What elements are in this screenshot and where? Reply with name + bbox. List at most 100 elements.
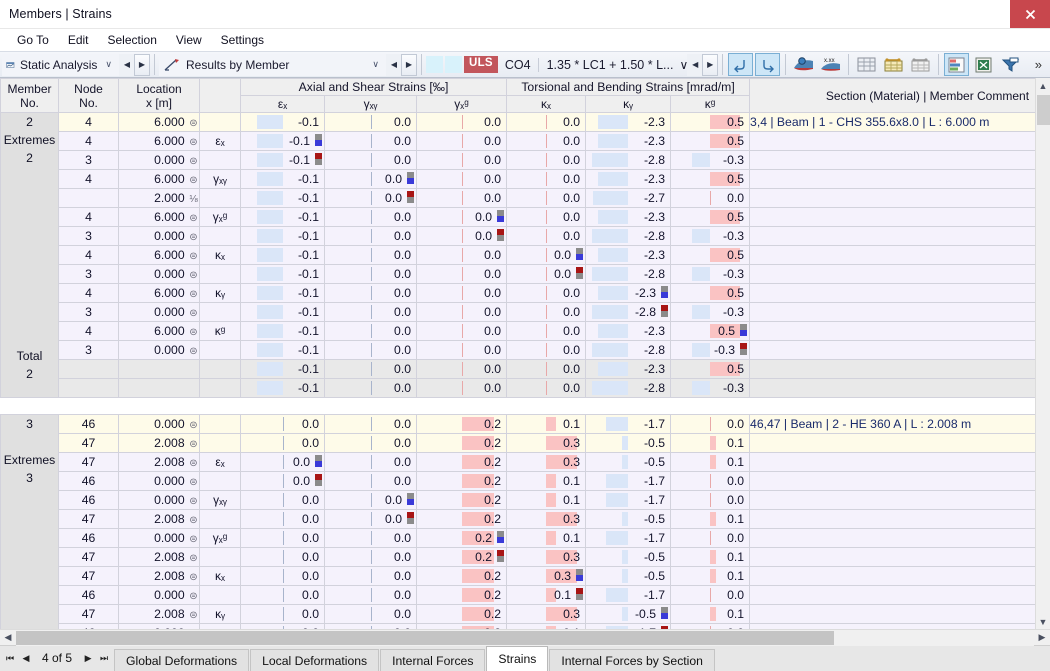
toolbar-overflow-button[interactable]: »	[1029, 57, 1048, 72]
results-prev-button[interactable]: ◀	[386, 54, 402, 76]
cell-location[interactable]: 6.000 ⊜	[119, 246, 200, 265]
col-header-kappa-z[interactable]: κᶢ	[671, 96, 750, 113]
cell-value[interactable]: -0.3	[671, 379, 750, 398]
cell-value[interactable]: -2.3	[586, 284, 671, 303]
cell-value[interactable]: 0.0	[325, 284, 417, 303]
cell-node-no[interactable]	[59, 379, 119, 398]
tab-strains[interactable]: Strains	[486, 646, 548, 671]
col-header-gamma-xz[interactable]: γₓᶢ	[417, 96, 507, 113]
first-page-button[interactable]: ⏮	[2, 647, 18, 669]
cell-location[interactable]: 2.008 ⊜	[119, 548, 200, 567]
cell-value[interactable]: -2.3	[586, 360, 671, 379]
cell-value[interactable]: 0.2	[417, 510, 507, 529]
cell-value[interactable]: 0.0	[325, 605, 417, 624]
cell-section-material[interactable]	[750, 265, 1035, 284]
next-page-button[interactable]: ▶	[80, 647, 96, 669]
cell-value[interactable]: 0.0	[241, 510, 325, 529]
cell-value[interactable]: 0.2	[417, 548, 507, 567]
col-header-location[interactable]: Location x [m]	[119, 79, 200, 113]
cell-value[interactable]: 0.0	[507, 189, 586, 208]
cell-section-material[interactable]	[750, 548, 1035, 567]
cell-value[interactable]: -0.1	[241, 113, 325, 132]
cell-value[interactable]: 0.0	[417, 208, 507, 227]
cell-section-material[interactable]	[750, 379, 1035, 398]
cell-location[interactable]: 0.000 ⊜	[119, 529, 200, 548]
cell-value[interactable]: -2.8	[586, 303, 671, 322]
cell-value[interactable]: 0.1	[507, 586, 586, 605]
cell-value[interactable]: -2.7	[586, 189, 671, 208]
table-row[interactable]: -0.10.00.00.0-2.30.5	[1, 360, 1036, 379]
menu-go-to[interactable]: Go To	[8, 31, 58, 49]
cell-section-material[interactable]	[750, 170, 1035, 189]
cell-node-no[interactable]: 46	[59, 624, 119, 630]
cell-value[interactable]: 0.2	[417, 586, 507, 605]
cell-member-no[interactable]: 3Extremes3Total3	[1, 415, 59, 630]
table-row[interactable]: 30.000 ⊜-0.10.00.00.0-2.8-0.3	[1, 341, 1036, 360]
cell-node-no[interactable]: 3	[59, 341, 119, 360]
cell-value[interactable]: -2.3	[586, 322, 671, 341]
cell-value[interactable]: 0.3	[507, 605, 586, 624]
tab-global-deformations[interactable]: Global Deformations	[114, 649, 249, 671]
cell-location[interactable]: 2.000 ⅛	[119, 189, 200, 208]
cell-node-no[interactable]: 3	[59, 151, 119, 170]
cell-value[interactable]: 0.0	[325, 472, 417, 491]
analysis-prev-button[interactable]: ◀	[119, 54, 135, 76]
cell-section-material[interactable]	[750, 303, 1035, 322]
load-case-next-button[interactable]: ▶	[702, 54, 718, 76]
cell-value[interactable]: 0.2	[417, 605, 507, 624]
cell-value[interactable]: -0.1	[241, 265, 325, 284]
cell-node-no[interactable]: 4	[59, 246, 119, 265]
results-next-button[interactable]: ▶	[401, 54, 417, 76]
cell-node-no[interactable]: 4	[59, 132, 119, 151]
cell-value[interactable]: 0.0	[241, 586, 325, 605]
menu-edit[interactable]: Edit	[59, 31, 98, 49]
cell-node-no[interactable]: 4	[59, 322, 119, 341]
table-row[interactable]: 46.000 ⊜γₓᶢ-0.10.00.00.0-2.30.5	[1, 208, 1036, 227]
tab-local-deformations[interactable]: Local Deformations	[250, 649, 379, 671]
cell-value[interactable]: -2.3	[586, 170, 671, 189]
undo-view-button[interactable]	[728, 53, 753, 76]
tab-internal-forces[interactable]: Internal Forces	[380, 649, 485, 671]
cell-section-material[interactable]	[750, 189, 1035, 208]
col-header-member-no[interactable]: Member No.	[1, 79, 59, 113]
show-result-diagram-button[interactable]	[791, 53, 816, 76]
cell-section-material[interactable]	[750, 151, 1035, 170]
cell-value[interactable]: 0.0	[417, 227, 507, 246]
cell-location[interactable]: 0.000 ⊜	[119, 472, 200, 491]
cell-value[interactable]: 0.0	[671, 415, 750, 434]
table-row[interactable]: 30.000 ⊜-0.10.00.00.0-2.8-0.3	[1, 151, 1036, 170]
cell-section-material[interactable]	[750, 208, 1035, 227]
cell-location[interactable]: 2.008 ⊜	[119, 605, 200, 624]
cell-location[interactable]: 0.000 ⊜	[119, 491, 200, 510]
cell-value[interactable]: 0.0	[417, 379, 507, 398]
cell-value[interactable]: -1.7	[586, 491, 671, 510]
cell-value[interactable]: 0.0	[507, 170, 586, 189]
cell-location[interactable]: 6.000 ⊜	[119, 170, 200, 189]
cell-node-no[interactable]: 47	[59, 605, 119, 624]
cell-value[interactable]: 0.0	[417, 170, 507, 189]
scroll-down-button[interactable]: ▼	[1036, 614, 1050, 629]
cell-value[interactable]: 0.0	[325, 208, 417, 227]
cell-node-no[interactable]: 4	[59, 170, 119, 189]
table-row[interactable]: 460.000 ⊜γₓᶢ0.00.00.20.1-1.70.0	[1, 529, 1036, 548]
redo-view-button[interactable]	[755, 53, 780, 76]
cell-node-no[interactable]: 46	[59, 586, 119, 605]
cell-value[interactable]: 0.0	[325, 491, 417, 510]
cell-value[interactable]: 0.0	[241, 548, 325, 567]
cell-section-material[interactable]	[750, 567, 1035, 586]
cell-value[interactable]: 0.0	[325, 132, 417, 151]
cell-value[interactable]: 0.0	[417, 246, 507, 265]
cell-value[interactable]: -0.1	[241, 208, 325, 227]
cell-value[interactable]: 0.0	[417, 360, 507, 379]
cell-value[interactable]: 0.0	[325, 151, 417, 170]
table-view-settings-button[interactable]	[944, 53, 969, 76]
cell-value[interactable]: 0.5	[671, 360, 750, 379]
cell-value[interactable]: 0.2	[417, 472, 507, 491]
cell-value[interactable]: -0.3	[671, 303, 750, 322]
col-header-section[interactable]: Section (Material) | Member Comment	[750, 79, 1035, 113]
cell-value[interactable]: 0.5	[671, 208, 750, 227]
cell-value[interactable]: -0.5	[586, 510, 671, 529]
cell-value[interactable]: 0.1	[507, 491, 586, 510]
cell-value[interactable]: 0.0	[325, 415, 417, 434]
cell-value[interactable]: -0.5	[586, 605, 671, 624]
